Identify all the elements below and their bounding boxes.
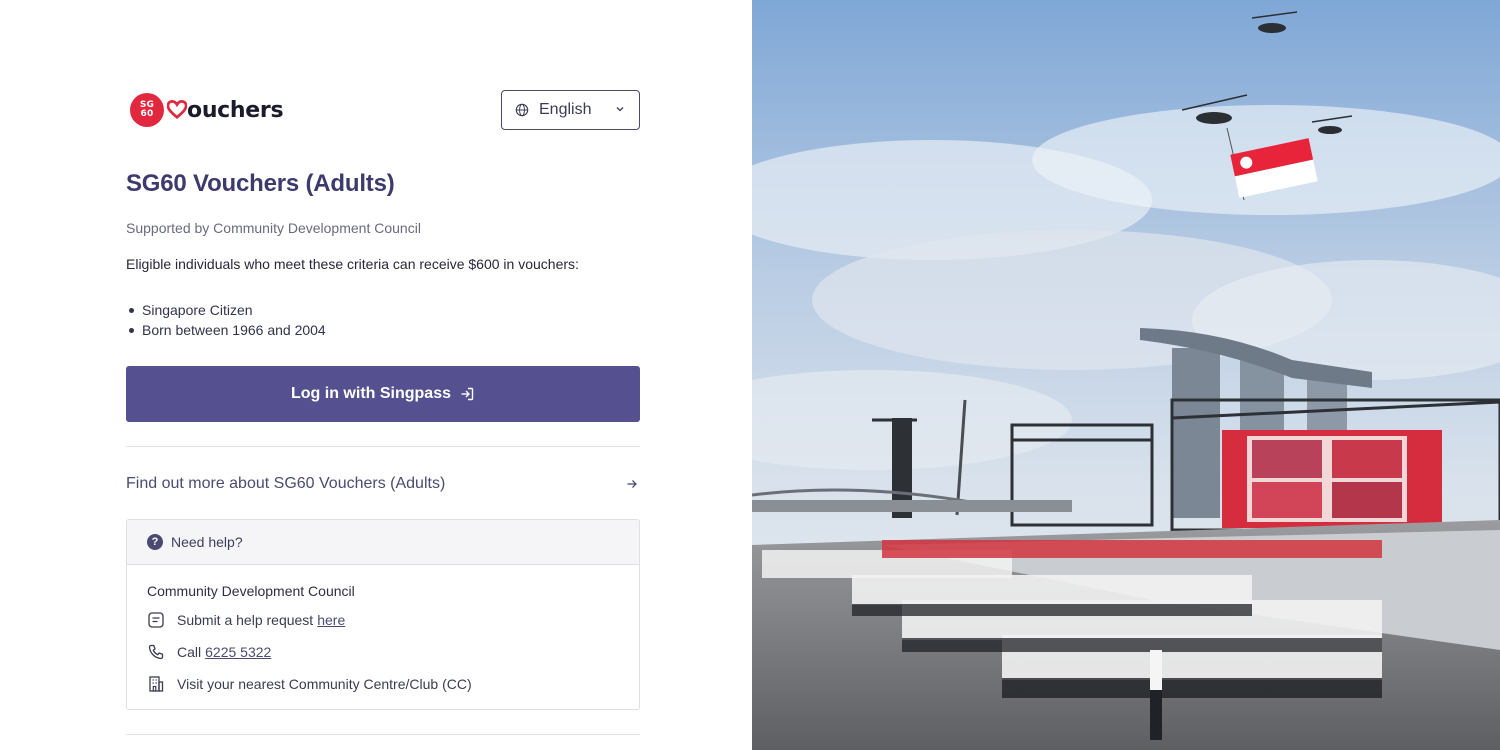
find-out-more-link[interactable]: Find out more about SG60 Vouchers (Adult… (126, 473, 640, 495)
help-visit-row: Visit your nearest Community Centre/Club… (147, 674, 472, 694)
help-request-row: Submit a help request here (147, 610, 345, 630)
criteria-item: Born between 1966 and 2004 (129, 322, 326, 338)
help-header: ? Need help? (127, 520, 639, 565)
help-call-row: Call 6225 5322 (147, 642, 271, 662)
language-selected: English (539, 101, 592, 118)
help-visit-text: Visit your nearest Community Centre/Club… (177, 676, 472, 692)
arrow-right-icon (627, 480, 637, 488)
help-box: ? Need help? Community Development Counc… (126, 519, 640, 710)
criteria-list: Singapore Citizen Born between 1966 and … (129, 300, 326, 340)
phone-icon (148, 644, 164, 660)
sg60-badge-icon: SG 60 (130, 93, 164, 127)
page-title: SG60 Vouchers (Adults) (126, 170, 395, 197)
login-panel: SG 60 ouchers English SG60 Vouchers (Adu… (0, 0, 752, 750)
page-subtitle: Supported by Community Development Counc… (126, 220, 421, 236)
chevron-down-icon (616, 107, 624, 112)
heart-v-icon (167, 97, 187, 123)
globe-icon (515, 103, 529, 117)
help-phone-link[interactable]: 6225 5322 (205, 644, 271, 660)
message-icon (148, 612, 164, 628)
help-heading: Need help? (171, 534, 243, 550)
find-out-more-label: Find out more about SG60 Vouchers (Adult… (126, 475, 446, 492)
divider (126, 446, 640, 447)
help-call-text: Call (177, 644, 202, 660)
divider (126, 734, 640, 735)
hero-image (752, 0, 1500, 750)
national-day-parade-photo (752, 0, 1500, 750)
singpass-login-button[interactable]: Log in with Singpass (126, 366, 640, 422)
login-arrow-icon (461, 387, 474, 401)
sg60-vouchers-logo: SG 60 ouchers (130, 92, 284, 128)
login-button-label: Log in with Singpass (291, 385, 451, 402)
language-selector[interactable]: English (501, 90, 640, 130)
logo-wordmark: ouchers (187, 97, 284, 123)
help-request-text: Submit a help request (177, 612, 314, 628)
building-icon (149, 676, 164, 692)
eligibility-intro: Eligible individuals who meet these crit… (126, 256, 579, 272)
criteria-item: Singapore Citizen (129, 300, 326, 320)
help-organisation: Community Development Council (147, 583, 355, 599)
help-request-link[interactable]: here (317, 612, 345, 628)
question-icon: ? (147, 534, 163, 550)
